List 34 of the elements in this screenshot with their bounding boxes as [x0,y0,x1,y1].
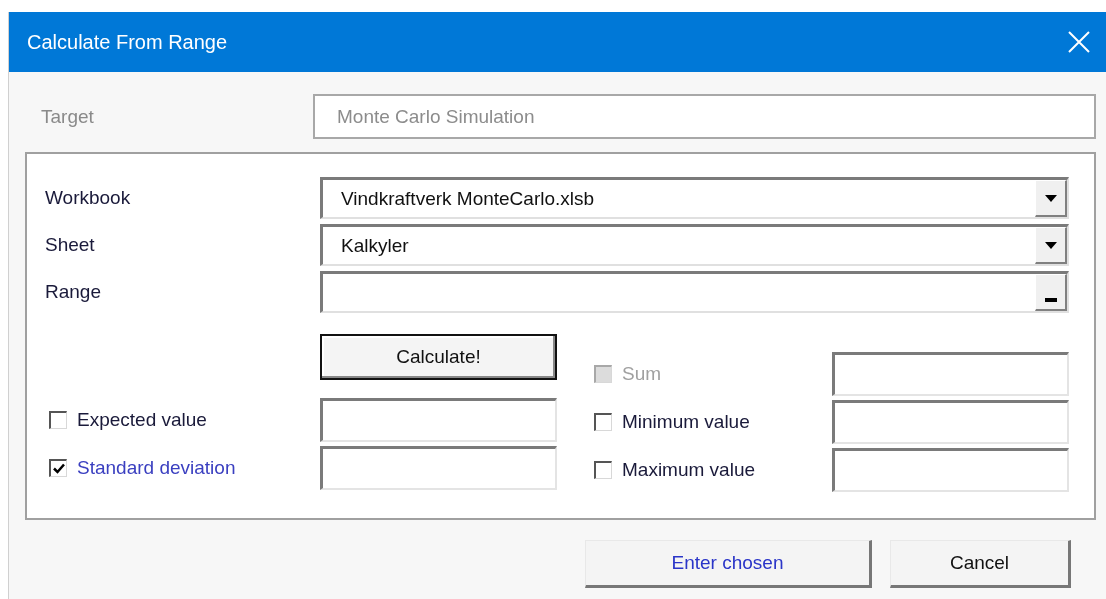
checkbox[interactable] [49,411,67,429]
checkbox[interactable] [594,461,612,479]
checkbox-label: Minimum value [622,411,750,433]
value-field[interactable] [832,448,1069,492]
checkbox-label: Sum [622,363,662,385]
close-icon [1068,31,1090,53]
dropdown-field[interactable]: Kalkyler [320,224,1069,266]
checkbox[interactable] [49,459,67,477]
caret-icon [1044,194,1057,202]
dropdown-button[interactable] [1035,180,1067,217]
caret-icon [1044,241,1057,249]
close-button[interactable] [1066,29,1092,55]
checkbox-label: Expected value [77,409,207,431]
value-field[interactable] [320,398,557,442]
calculate-button[interactable]: Calculate! [320,334,557,380]
dash-icon [1044,298,1057,302]
dropdown-field[interactable]: Vindkraftverk MonteCarlo.xlsb [320,177,1069,219]
field-label: Workbook [45,187,132,209]
range-field[interactable] [320,271,1069,313]
target-label: Target [40,105,95,128]
field-label: Sheet [45,234,96,256]
dialog-button[interactable]: Enter chosen [585,540,872,588]
value-field[interactable] [832,352,1069,396]
checkbox-label: Standard deviation [77,457,236,479]
window-title: Calculate From Range [27,30,228,54]
checkbox-label: Maximum value [622,459,756,481]
dropdown-button[interactable] [1035,227,1067,264]
range-picker-button[interactable] [1035,274,1067,311]
dialog-button[interactable]: Cancel [890,540,1071,588]
checkmark-icon [52,463,65,474]
field-label: Range [45,281,102,303]
value-field[interactable] [320,446,557,490]
checkbox[interactable] [594,413,612,431]
value-field[interactable] [832,400,1069,444]
